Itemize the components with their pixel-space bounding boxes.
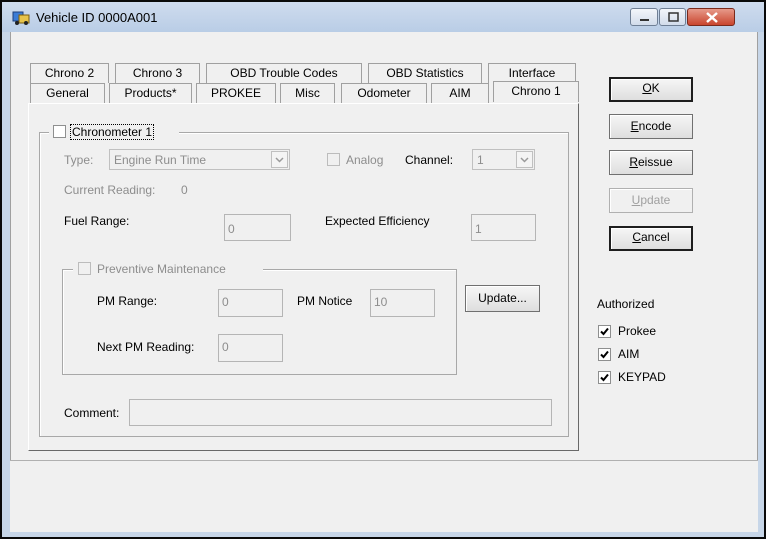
aim-checkbox[interactable] — [598, 348, 611, 361]
fuel-range-input[interactable]: 0 — [224, 214, 291, 241]
status-area — [10, 460, 758, 532]
tab-chrono-1[interactable]: Chrono 1 — [493, 81, 579, 102]
pm-notice-input[interactable]: 10 — [370, 289, 435, 317]
next-pm-reading-input[interactable]: 0 — [218, 334, 283, 362]
current-reading-label: Current Reading: — [64, 183, 156, 197]
app-icon — [12, 9, 30, 25]
tab-general[interactable]: General — [30, 83, 105, 103]
prokee-label: Prokee — [618, 324, 657, 338]
pm-range-input[interactable]: 0 — [218, 289, 283, 317]
fuel-range-label: Fuel Range: — [64, 214, 130, 228]
checkmark-icon — [600, 327, 609, 336]
expected-efficiency-input[interactable]: 1 — [471, 214, 536, 241]
pm-update-button[interactable]: Update... — [465, 285, 540, 312]
maximize-button[interactable] — [659, 8, 686, 26]
current-reading-value: 0 — [181, 183, 188, 197]
window-title: Vehicle ID 0000A001 — [36, 10, 158, 25]
tab-chrono-2[interactable]: Chrono 2 — [30, 63, 109, 83]
chronometer-label: Chronometer 1 — [70, 124, 155, 140]
tab-products[interactable]: Products* — [109, 83, 192, 103]
channel-select[interactable]: 1 — [472, 149, 535, 170]
pm-notice-label: PM Notice — [297, 294, 353, 308]
channel-value: 1 — [477, 153, 484, 167]
keypad-checkbox[interactable] — [598, 371, 611, 384]
pm-range-label: PM Range: — [97, 294, 158, 308]
title-bar[interactable]: Vehicle ID 0000A001 — [2, 2, 764, 32]
reissue-button[interactable]: Reissue — [609, 150, 693, 175]
aim-label: AIM — [618, 347, 640, 361]
close-button[interactable] — [687, 8, 735, 26]
next-pm-reading-label: Next PM Reading: — [97, 340, 195, 354]
prokee-checkbox[interactable] — [598, 325, 611, 338]
chevron-down-icon — [271, 151, 288, 168]
expected-efficiency-label: Expected Efficiency — [325, 214, 430, 228]
tab-aim[interactable]: AIM — [431, 83, 489, 103]
analog-checkbox[interactable] — [327, 153, 340, 166]
pm-label: Preventive Maintenance — [97, 262, 226, 276]
tab-obd-trouble-codes[interactable]: OBD Trouble Codes — [206, 63, 362, 83]
tab-misc[interactable]: Misc — [280, 83, 335, 103]
dialog-window: Vehicle ID 0000A001 Chrono 2 Chrono 3 OB… — [0, 0, 766, 539]
type-value: Engine Run Time — [114, 153, 207, 167]
checkmark-icon — [600, 350, 609, 359]
chevron-down-icon — [516, 151, 533, 168]
tab-chrono-3[interactable]: Chrono 3 — [115, 63, 200, 83]
keypad-label: KEYPAD — [618, 370, 666, 384]
comment-label: Comment: — [64, 406, 120, 420]
minimize-button[interactable] — [630, 8, 658, 26]
chronometer-checkbox[interactable] — [53, 125, 66, 138]
tab-interface[interactable]: Interface — [488, 63, 576, 83]
authorized-heading: Authorized — [597, 297, 655, 311]
cancel-button[interactable]: Cancel — [609, 226, 693, 251]
analog-label: Analog — [346, 153, 384, 167]
comment-input[interactable] — [129, 399, 552, 426]
type-select[interactable]: Engine Run Time — [109, 149, 290, 170]
channel-label: Channel: — [405, 153, 454, 167]
encode-button[interactable]: Encode — [609, 114, 693, 139]
type-label: Type: — [64, 153, 94, 167]
tab-obd-statistics[interactable]: OBD Statistics — [368, 63, 482, 83]
update-button[interactable]: Update — [609, 188, 693, 213]
checkmark-icon — [600, 373, 609, 382]
ok-button[interactable]: OK — [609, 77, 693, 102]
pm-checkbox[interactable] — [78, 262, 91, 275]
tab-prokee[interactable]: PROKEE — [196, 83, 276, 103]
tab-odometer[interactable]: Odometer — [341, 83, 427, 103]
